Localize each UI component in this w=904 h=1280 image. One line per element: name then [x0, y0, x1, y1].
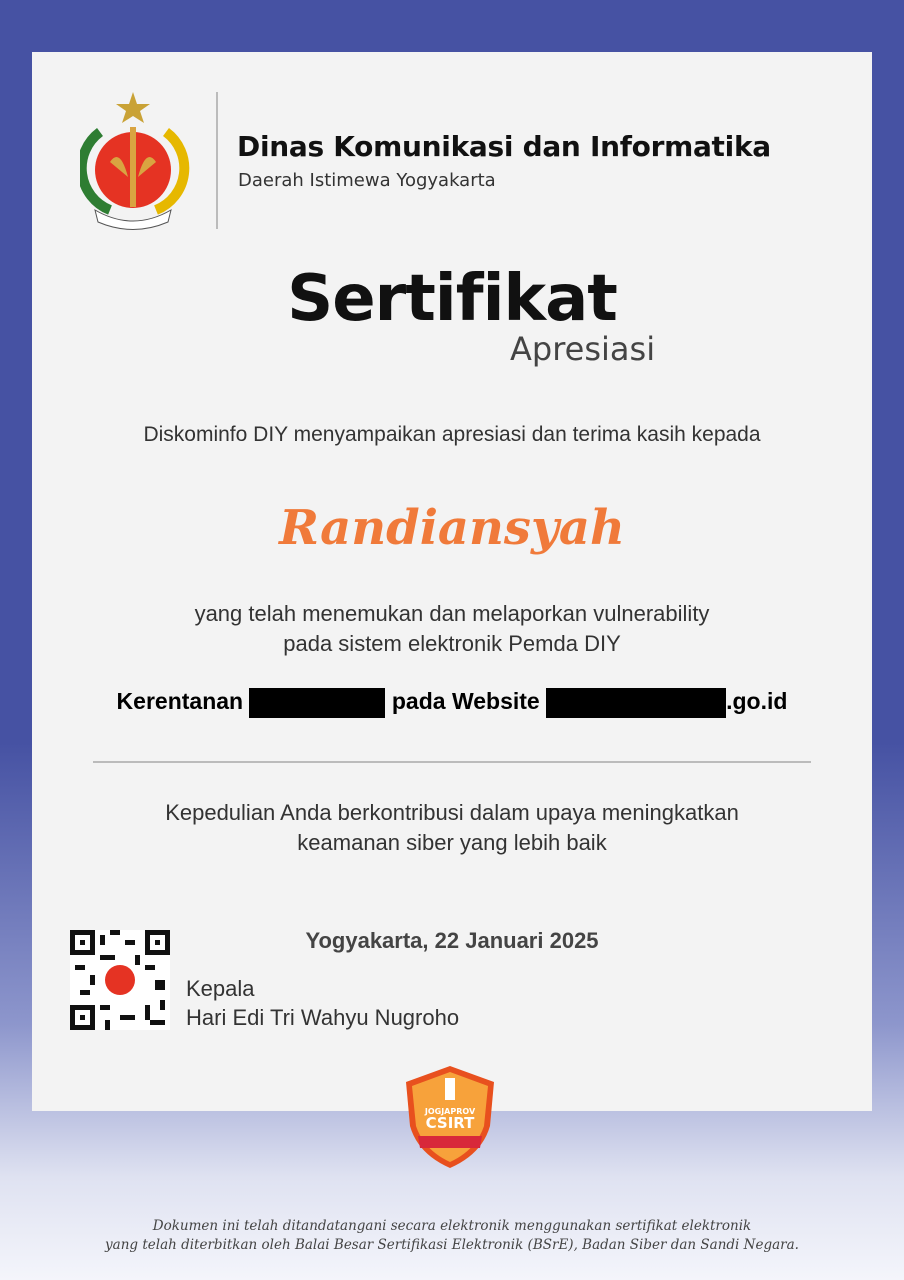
- certificate-title: Sertifikat: [287, 262, 618, 336]
- signer-title: Kepala: [186, 976, 255, 1001]
- header-divider: [216, 92, 218, 229]
- vuln-suffix: .go.id: [726, 688, 788, 715]
- org-region: Daerah Istimewa Yogyakarta: [238, 170, 496, 191]
- reason-line-2: pada sistem elektronik Pemda DIY: [283, 631, 621, 656]
- signer-name: Hari Edi Tri Wahyu Nugroho: [186, 1005, 460, 1030]
- badge-line2: CSIRT: [426, 1114, 476, 1132]
- reason-line-1: yang telah menemukan dan melaporkan vuln…: [194, 601, 710, 626]
- vuln-prefix: Kerentanan: [116, 688, 244, 715]
- redaction-box: [546, 688, 727, 718]
- closing-line-2: keamanan siber yang lebih baik: [297, 830, 607, 855]
- vuln-middle: pada Website: [391, 688, 540, 715]
- vulnerability-line: Kerentanan pada Website .go.id: [0, 688, 904, 718]
- csirt-badge-logo: JOGJAPROV CSIRT: [406, 1066, 494, 1168]
- intro-text: Diskominfo DIY menyampaikan apresiasi da…: [143, 423, 761, 446]
- footer-line-1: Dokumen ini telah ditandatangani secara …: [152, 1218, 752, 1234]
- footer-line-2: yang telah diterbitkan oleh Balai Besar …: [105, 1237, 799, 1253]
- org-name: Dinas Komunikasi dan Informatika: [237, 130, 771, 163]
- qr-code: [70, 930, 170, 1030]
- certificate-subtitle: Apresiasi: [510, 330, 656, 368]
- closing-line-1: Kepedulian Anda berkontribusi dalam upay…: [165, 800, 739, 825]
- section-divider: [93, 761, 811, 763]
- yogyakarta-emblem-logo: [80, 92, 190, 230]
- recipient-name: Randiansyah: [279, 500, 625, 556]
- redaction-box: [249, 688, 386, 718]
